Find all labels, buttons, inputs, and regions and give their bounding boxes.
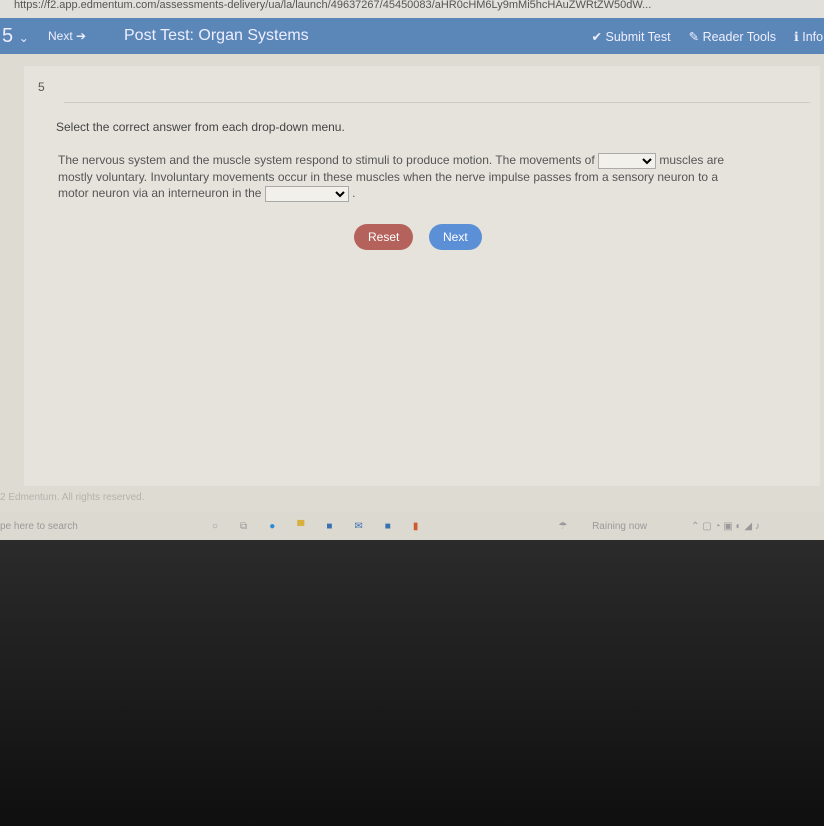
reader-tools-label: Reader Tools: [702, 29, 776, 44]
file-explorer-icon[interactable]: ▀: [297, 521, 304, 532]
edge-icon[interactable]: ●: [269, 521, 275, 532]
question-card: 5 Select the correct answer from each dr…: [24, 66, 820, 486]
laptop-keyboard: [0, 540, 824, 826]
info-icon: ℹ: [794, 29, 799, 44]
weather-widget[interactable]: ☂ Raining now: [558, 521, 669, 532]
content-area: 5 Select the correct answer from each dr…: [0, 54, 824, 512]
task-view-icon[interactable]: ⧉: [240, 521, 247, 532]
taskbar-search[interactable]: pe here to search: [0, 521, 190, 532]
question-text-part-3: .: [352, 185, 356, 200]
instruction: Select the correct answer from each drop…: [56, 120, 345, 134]
question-selector[interactable]: 5 ⌄: [2, 25, 48, 48]
page-title: Post Test: Organ Systems: [124, 27, 309, 44]
app-icon[interactable]: ■: [385, 521, 391, 532]
reader-tools-button[interactable]: ✎ Reader Tools: [689, 29, 776, 44]
test-header: 5 ⌄ Next ➔ Post Test: Organ Systems ✔ Su…: [0, 18, 824, 54]
check-circle-icon: ✔: [591, 29, 603, 44]
muscle-type-dropdown[interactable]: [598, 152, 657, 169]
header-next-button[interactable]: Next ➔: [48, 29, 124, 43]
weather-text: Raining now: [592, 520, 648, 532]
reset-button[interactable]: Reset: [354, 224, 414, 250]
question-number: 5: [2, 24, 14, 47]
store-icon[interactable]: ■: [326, 521, 332, 532]
location-dropdown[interactable]: [264, 185, 349, 202]
copyright: 2 Edmentum. All rights reserved.: [0, 492, 145, 503]
question-text: The nervous system and the muscle system…: [58, 152, 748, 202]
rain-icon: ☂: [558, 520, 568, 532]
question-text-part-1: The nervous system and the muscle system…: [58, 153, 595, 167]
cortana-icon[interactable]: ○: [212, 521, 218, 532]
wrench-icon: ✎: [688, 29, 700, 44]
question-number-label: 5: [38, 80, 45, 94]
next-button[interactable]: Next: [429, 224, 482, 250]
info-label: Info: [802, 29, 824, 44]
arrow-right-icon: ➔: [76, 29, 87, 43]
office-icon[interactable]: ▮: [413, 521, 419, 532]
taskbar: pe here to search ○ ⧉ ● ▀ ■ ✉ ■ ▮ ☂ Rain…: [0, 512, 824, 540]
info-button[interactable]: ℹ Info: [794, 29, 824, 44]
system-tray-icons[interactable]: ⌃ ▢ ◔ ▣ ◐ ◢ ♪: [691, 521, 760, 532]
address-bar[interactable]: https://f2.app.edmentum.com/assessments-…: [0, 0, 824, 18]
divider: [64, 102, 810, 103]
next-label: Next: [48, 29, 73, 43]
mail-icon[interactable]: ✉: [354, 521, 362, 532]
submit-test-button[interactable]: ✔ Submit Test: [592, 29, 671, 44]
submit-label: Submit Test: [605, 29, 671, 44]
chevron-down-icon: ⌄: [18, 30, 29, 45]
